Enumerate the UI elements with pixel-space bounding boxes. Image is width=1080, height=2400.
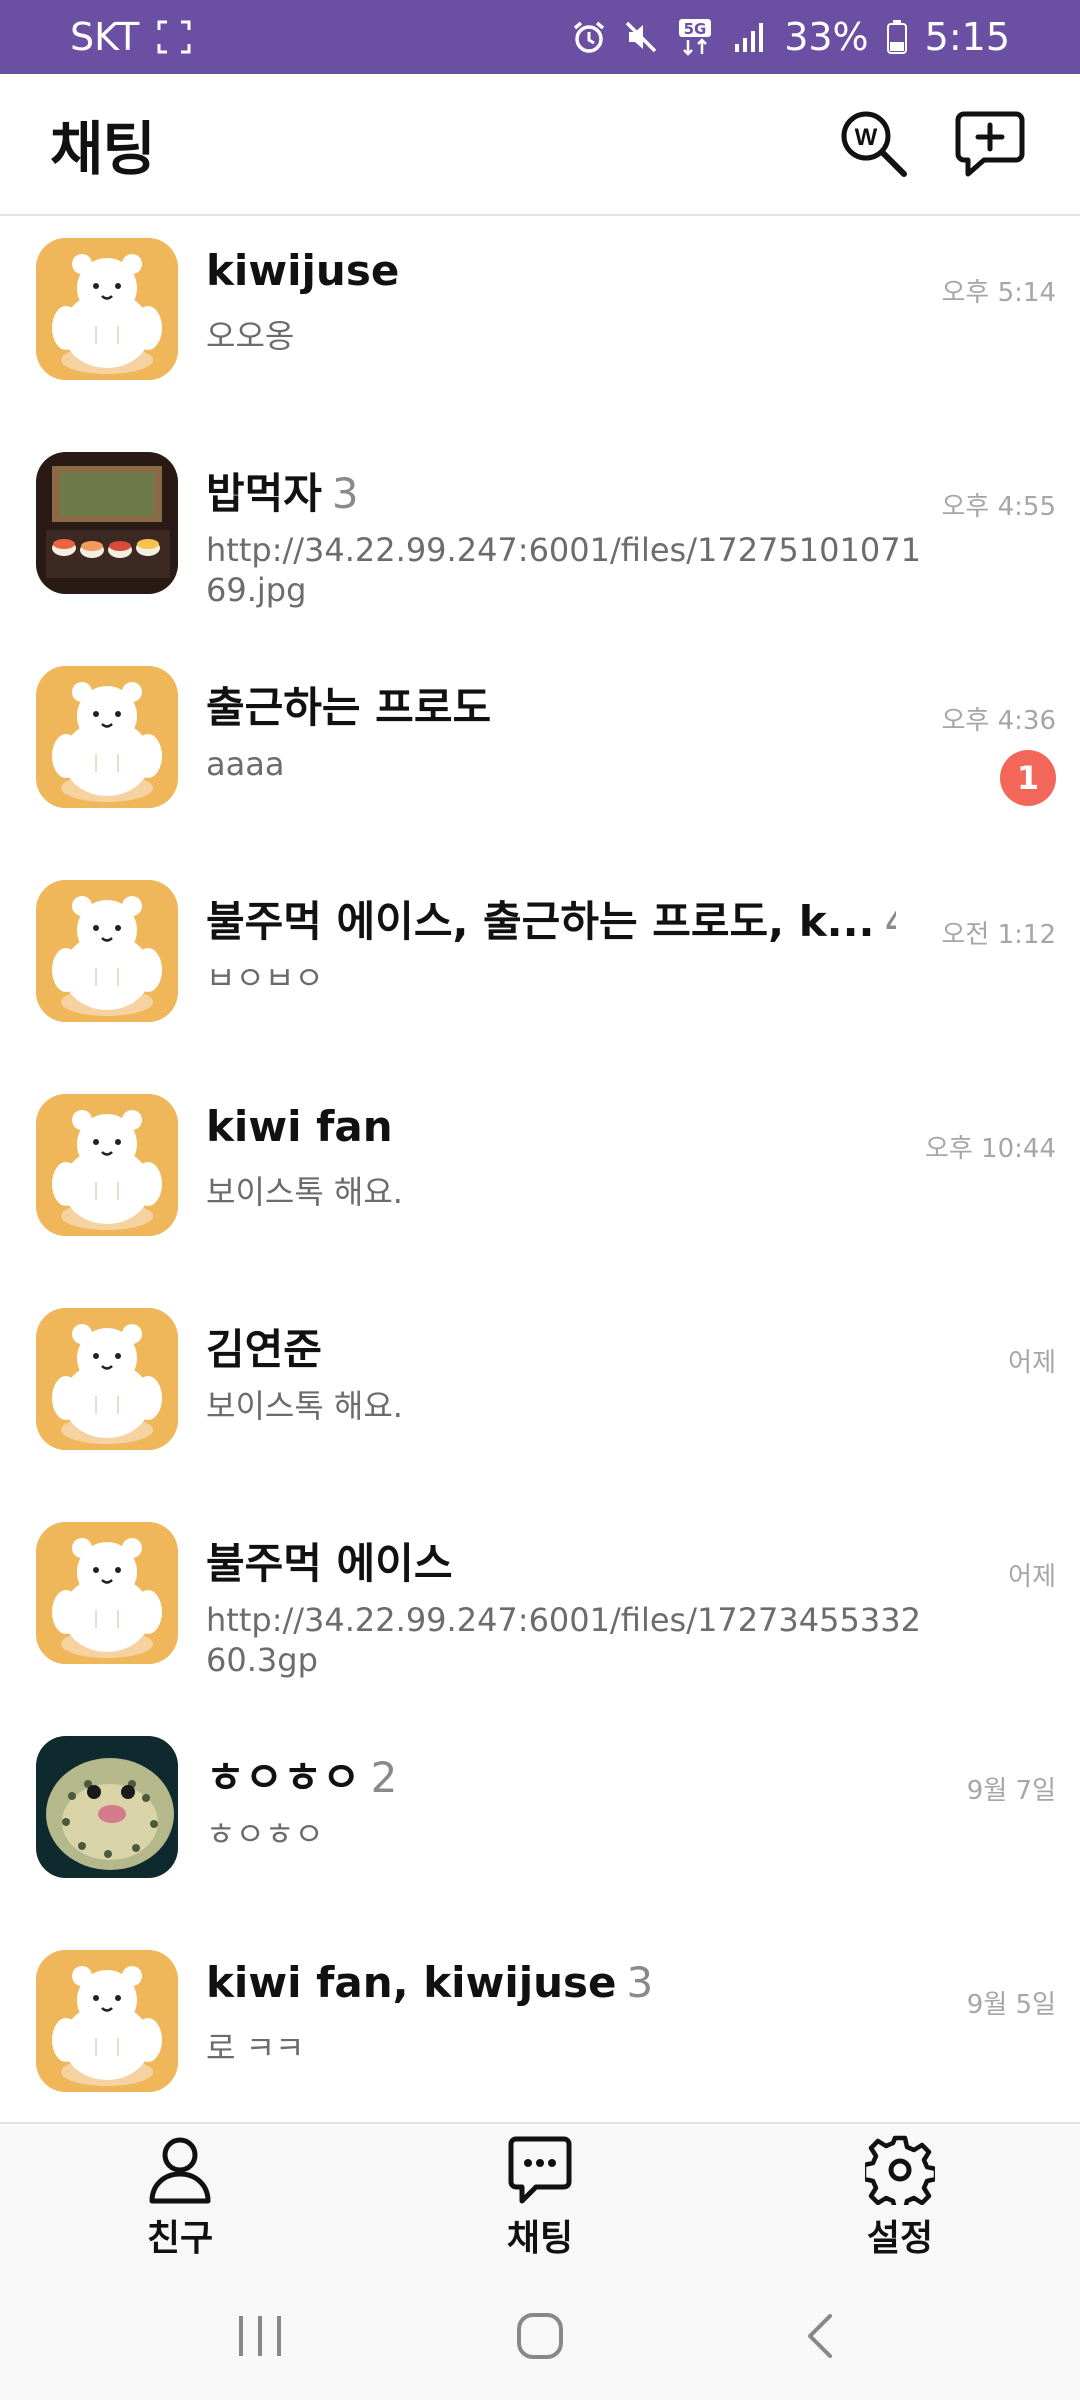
back-button[interactable] xyxy=(760,2286,880,2386)
chat-name-text: 밥먹자 xyxy=(206,469,322,518)
nav-friends-label: 친구 xyxy=(146,2218,214,2259)
chat-timestamp: 오후 4:55 xyxy=(941,492,1057,522)
last-message-preview: http://34.22.99.247:6001/files/172734553… xyxy=(206,1601,921,1679)
avatar xyxy=(36,666,178,808)
new-chat-icon xyxy=(955,111,1025,177)
nav-friends[interactable]: 친구 xyxy=(80,2135,280,2261)
chat-list: kiwijuse 오오옹 오후 5:14 밥먹자 3 http://34.22.99.24… xyxy=(0,216,1080,2122)
nav-chats[interactable]: 채팅 xyxy=(440,2135,640,2261)
mute-icon xyxy=(624,20,658,54)
alarm-icon xyxy=(572,20,606,54)
avatar xyxy=(36,1094,178,1236)
chat-name: 불주먹 에이스, 출근하는 프로도, k...4 xyxy=(206,888,896,949)
avatar xyxy=(36,1522,178,1664)
avatar xyxy=(36,1736,178,1878)
chat-name-text: 불주먹 에이스 xyxy=(206,1539,453,1588)
chat-timestamp: 어제 xyxy=(1008,1562,1056,1592)
chat-name: 밥먹자 3 xyxy=(206,460,896,521)
avatar xyxy=(36,880,178,1022)
chat-name-text: 불주먹 에이스, 출근하는 프로도, k... xyxy=(206,897,875,946)
last-message-preview: 보이스톡 해요. xyxy=(206,1173,403,1211)
chat-timestamp: 어제 xyxy=(1008,1348,1056,1378)
chat-name-text: kiwijuse xyxy=(206,246,400,295)
member-count: 3 xyxy=(626,1958,654,2007)
avatar xyxy=(36,452,178,594)
chat-name-text: 출근하는 프로도 xyxy=(206,683,492,732)
last-message-preview: ㅎㅇㅎㅇ xyxy=(206,1815,324,1853)
chat-name: kiwijuse xyxy=(206,246,896,295)
chat-row[interactable]: 밥먹자 3 http://34.22.99.247:6001/files/17275… xyxy=(0,430,1080,644)
chat-timestamp: 오후 4:36 xyxy=(941,706,1057,736)
chat-row[interactable]: kiwijuse 오오옹 오후 5:14 xyxy=(0,216,1080,430)
gear-icon xyxy=(865,2135,935,2205)
svg-text:5G: 5G xyxy=(684,20,707,38)
last-message-preview: 로 ㅋㅋ xyxy=(206,2029,305,2067)
page-title: 채팅 xyxy=(50,115,156,183)
chat-timestamp: 9월 7일 xyxy=(966,1776,1056,1806)
chat-name-text: kiwi fan xyxy=(206,1102,393,1151)
chat-row[interactable]: kiwi fan 보이스톡 해요. 오후 10:44 xyxy=(0,1072,1080,1286)
avatar xyxy=(36,1950,178,2092)
chat-name-text: 김연준 xyxy=(206,1325,322,1374)
last-message-preview: 보이스톡 해요. xyxy=(206,1387,403,1425)
chat-name: ㅎㅇㅎㅇ 2 xyxy=(206,1744,896,1805)
chat-name: kiwi fan, kiwijuse 3 xyxy=(206,1958,896,2007)
recent-apps-icon xyxy=(239,2316,281,2356)
system-nav xyxy=(0,2272,1080,2400)
clock: 5:15 xyxy=(924,15,1010,59)
member-count: 2 xyxy=(370,1753,398,1802)
member-count: 3 xyxy=(331,469,359,518)
chat-name: 김연준 xyxy=(206,1316,896,1377)
carrier-label: SKT xyxy=(70,15,140,59)
chat-row[interactable]: 김연준보이스톡 해요. 어제 xyxy=(0,1286,1080,1500)
chat-row[interactable]: kiwi fan, kiwijuse 3 로 ㅋㅋ 9월 5일 xyxy=(0,1928,1080,2122)
last-message-preview: http://34.22.99.247:6001/files/172751010… xyxy=(206,531,921,609)
battery-percent: 33% xyxy=(784,15,869,59)
chat-timestamp: 오후 10:44 xyxy=(924,1134,1056,1164)
chat-name-text: ㅎㅇㅎㅇ xyxy=(206,1753,361,1802)
chat-name: 출근하는 프로도 xyxy=(206,674,896,735)
home-icon xyxy=(517,2313,563,2359)
avatar xyxy=(36,1308,178,1450)
chat-name: kiwi fan xyxy=(206,1102,896,1151)
search-icon: W xyxy=(841,111,907,177)
last-message-preview: ㅂㅇㅂㅇ xyxy=(206,959,324,997)
new-chat-button[interactable] xyxy=(952,106,1028,182)
svg-text:W: W xyxy=(855,124,878,151)
chat-name-text: kiwi fan, kiwijuse xyxy=(206,1958,617,2007)
nav-settings-label: 설정 xyxy=(866,2218,934,2259)
search-button[interactable]: W xyxy=(836,106,912,182)
chat-name: 불주먹 에이스 xyxy=(206,1530,896,1591)
last-message-preview: 오오옹 xyxy=(206,317,295,355)
chat-row[interactable]: 불주먹 에이스 http://34.22.99.247:6001/files/17… xyxy=(0,1500,1080,1714)
chat-timestamp: 9월 5일 xyxy=(966,1990,1056,2020)
nav-settings[interactable]: 설정 xyxy=(800,2135,1000,2261)
bottom-nav: 친구 채팅 설정 xyxy=(0,2122,1080,2272)
chat-row[interactable]: 출근하는 프로도 aaaa 오후 4:36 1 xyxy=(0,644,1080,858)
app-header: 채팅 W xyxy=(0,74,1080,216)
chat-timestamp: 오후 5:14 xyxy=(941,278,1057,308)
back-icon xyxy=(808,2314,832,2358)
chat-bubble-icon xyxy=(508,2136,572,2204)
person-icon xyxy=(149,2137,211,2204)
5g-icon: 5G xyxy=(676,18,714,56)
signal-icon xyxy=(732,20,766,54)
chat-row[interactable]: 불주먹 에이스, 출근하는 프로도, k...4 ㅂㅇㅂㅇ 오전 1:12 xyxy=(0,858,1080,1072)
status-bar: SKT 5G 33% 5:15 xyxy=(0,0,1080,74)
recent-apps-button[interactable] xyxy=(200,2286,320,2386)
nav-chats-label: 채팅 xyxy=(506,2218,574,2259)
member-count: 4 xyxy=(885,897,896,946)
unread-badge: 1 xyxy=(1000,750,1056,806)
chat-timestamp: 오전 1:12 xyxy=(941,920,1057,950)
screenshot-frame-icon xyxy=(157,20,191,54)
battery-icon xyxy=(886,20,907,54)
avatar xyxy=(36,238,178,380)
home-button[interactable] xyxy=(480,2286,600,2386)
last-message-preview: aaaa xyxy=(206,745,285,783)
chat-row[interactable]: ㅎㅇㅎㅇ 2 ㅎㅇㅎㅇ 9월 7일 xyxy=(0,1714,1080,1928)
